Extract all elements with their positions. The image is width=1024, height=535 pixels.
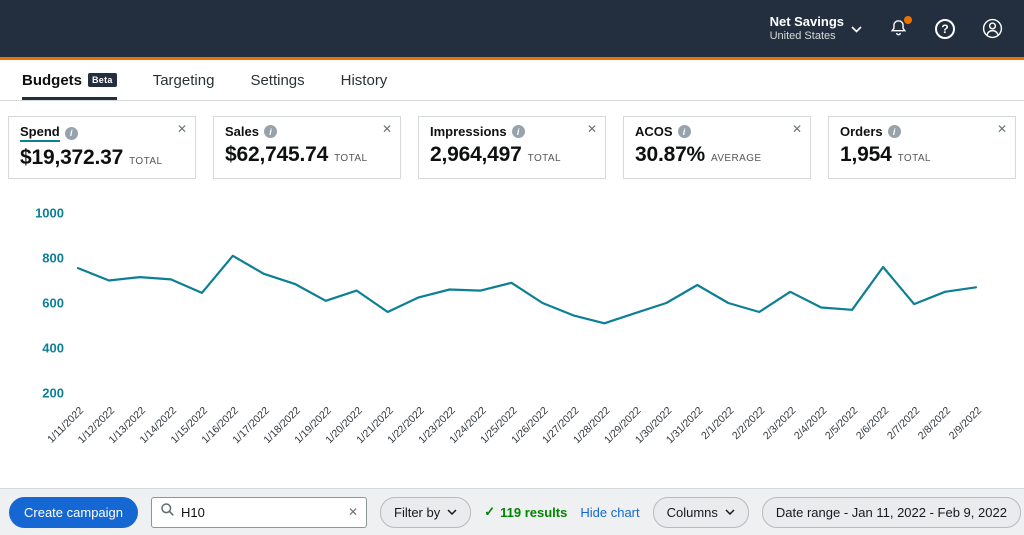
metric-unit: AVERAGE <box>711 153 762 164</box>
info-icon[interactable] <box>677 125 691 138</box>
search-input[interactable] <box>181 504 342 520</box>
top-header-bar: Net Savings United States <box>0 0 1024 60</box>
svg-text:600: 600 <box>42 296 64 311</box>
tab-history-label: History <box>340 71 388 89</box>
info-icon[interactable] <box>887 125 901 138</box>
account-switcher[interactable]: Net Savings United States <box>770 14 862 44</box>
metric-title: Orders <box>840 124 883 139</box>
tab-history[interactable]: History <box>341 60 388 100</box>
svg-text:2/2/2022: 2/2/2022 <box>730 405 767 442</box>
metric-cards-row: Spend $19,372.37 TOTAL Sales $62,745.74 … <box>0 101 1024 191</box>
svg-text:2/6/2022: 2/6/2022 <box>854 405 891 442</box>
metric-card-spend[interactable]: Spend $19,372.37 TOTAL <box>8 116 196 179</box>
tab-targeting-label: Targeting <box>152 71 215 89</box>
tab-budgets[interactable]: Budgets Beta <box>22 60 117 100</box>
metric-title: Spend <box>20 124 60 142</box>
info-icon[interactable] <box>511 125 525 138</box>
section-tabs: Budgets Beta Targeting Settings History <box>0 60 1024 101</box>
svg-text:2/5/2022: 2/5/2022 <box>823 405 860 442</box>
svg-text:2/9/2022: 2/9/2022 <box>947 405 984 442</box>
svg-text:2/8/2022: 2/8/2022 <box>916 405 953 442</box>
clear-search-icon[interactable] <box>348 505 358 519</box>
tab-budgets-label: Budgets <box>22 71 82 89</box>
notification-dot <box>904 16 912 24</box>
metric-unit: TOTAL <box>334 153 368 164</box>
metric-card-sales[interactable]: Sales $62,745.74 TOTAL <box>213 116 401 179</box>
metric-value: 2,964,497 <box>430 143 522 166</box>
svg-text:2/4/2022: 2/4/2022 <box>792 405 829 442</box>
metric-value: $19,372.37 <box>20 146 124 169</box>
metric-unit: TOTAL <box>527 153 561 164</box>
metric-unit: TOTAL <box>897 153 931 164</box>
close-icon[interactable] <box>587 122 597 136</box>
svg-text:2/1/2022: 2/1/2022 <box>699 405 736 442</box>
metric-unit: TOTAL <box>129 156 163 167</box>
info-icon[interactable] <box>64 126 78 140</box>
help-icon[interactable] <box>935 18 955 39</box>
campaign-toolbar: Create campaign Filter by 119 results Hi… <box>0 488 1024 535</box>
results-count: 119 results <box>484 504 567 520</box>
hide-chart-link[interactable]: Hide chart <box>580 505 639 520</box>
metric-title: ACOS <box>635 124 673 139</box>
tab-targeting[interactable]: Targeting <box>153 60 215 100</box>
search-icon <box>160 502 175 522</box>
svg-text:2/3/2022: 2/3/2022 <box>761 405 798 442</box>
notifications-bell-icon[interactable] <box>888 16 912 39</box>
columns-button[interactable]: Columns <box>652 496 749 528</box>
svg-text:400: 400 <box>42 341 64 356</box>
metric-title: Sales <box>225 124 259 139</box>
date-range-button[interactable]: Date range - Jan 11, 2022 - Feb 9, 2022 <box>761 496 1021 528</box>
metric-title: Impressions <box>430 124 507 139</box>
close-icon[interactable] <box>997 122 1007 136</box>
metric-card-orders[interactable]: Orders 1,954 TOTAL <box>828 116 1016 179</box>
account-region: United States <box>769 29 836 42</box>
user-account-icon[interactable] <box>981 17 1004 40</box>
metric-card-impressions[interactable]: Impressions 2,964,497 TOTAL <box>418 116 606 179</box>
columns-label: Columns <box>666 504 718 520</box>
line-chart-svg: 10008006004002001/11/20221/12/20221/13/2… <box>35 206 984 447</box>
metric-card-acos[interactable]: ACOS 30.87% AVERAGE <box>623 116 811 179</box>
svg-text:1000: 1000 <box>35 206 64 221</box>
metric-value: 1,954 <box>840 143 892 166</box>
filter-by-button[interactable]: Filter by <box>380 496 472 528</box>
chevron-down-icon <box>725 509 735 515</box>
account-name: Net Savings <box>769 13 844 29</box>
close-icon[interactable] <box>382 122 392 136</box>
close-icon[interactable] <box>177 122 187 136</box>
close-icon[interactable] <box>792 122 802 136</box>
chevron-down-icon <box>851 20 862 38</box>
svg-text:2/7/2022: 2/7/2022 <box>885 405 922 442</box>
tab-settings[interactable]: Settings <box>250 60 304 100</box>
check-icon <box>484 504 495 520</box>
filter-by-label: Filter by <box>394 504 441 520</box>
performance-line-chart: 1000 800 600 400 200 1/11/2022 1/12/2022 1/13/2… <box>0 191 1024 488</box>
svg-text:200: 200 <box>42 386 64 401</box>
results-count-label: 119 results <box>500 504 568 520</box>
create-campaign-button[interactable]: Create campaign <box>9 496 138 528</box>
campaign-search-box[interactable] <box>151 496 367 528</box>
tab-settings-label: Settings <box>250 71 305 89</box>
svg-text:800: 800 <box>42 251 64 266</box>
info-icon[interactable] <box>263 125 277 138</box>
metric-value: 30.87% <box>635 143 706 166</box>
chevron-down-icon <box>447 509 457 515</box>
beta-badge: Beta <box>88 73 117 87</box>
metric-value: $62,745.74 <box>225 143 329 166</box>
